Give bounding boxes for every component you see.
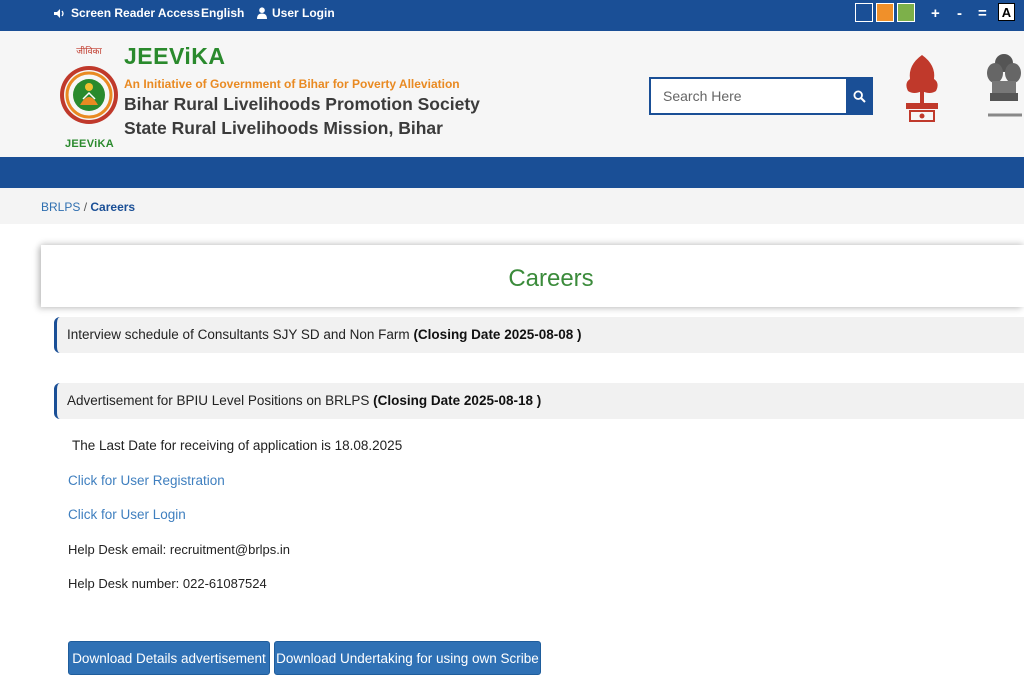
breadcrumb-bar: BRLPS / Careers — [0, 188, 1024, 224]
organization-name: Bihar Rural Livelihoods Promotion Societ… — [124, 94, 480, 114]
career-listing-bpiu-advertisement[interactable]: Advertisement for BPIU Level Positions o… — [54, 383, 1024, 419]
svg-text:जीविका: जीविका — [76, 45, 102, 57]
logo-caption: JEEViKA — [65, 138, 114, 150]
page-title-card: Careers — [41, 245, 1024, 307]
search-input[interactable] — [649, 77, 846, 115]
brand-tagline: An Initiative of Government of Bihar for… — [124, 77, 460, 91]
page-title: Careers — [508, 265, 594, 292]
ashoka-lion-emblem-icon — [987, 54, 1022, 117]
user-login-link[interactable]: User Login — [257, 6, 335, 20]
language-link[interactable]: English — [201, 6, 244, 20]
helpdesk-email: Help Desk email: recruitment@brlps.in — [68, 542, 290, 557]
jeevika-logo[interactable]: जीविका JEEViKA — [56, 45, 122, 153]
user-login-label: User Login — [272, 6, 335, 20]
speaker-icon — [54, 8, 64, 18]
high-contrast-button[interactable]: A — [998, 3, 1015, 21]
download-undertaking-button[interactable]: Download Undertaking for using own Scrib… — [274, 641, 541, 675]
bihar-government-emblem — [900, 51, 944, 125]
listing-title: Interview schedule of Consultants SJY SD… — [67, 327, 582, 342]
india-national-emblem — [984, 49, 1024, 133]
download-advertisement-button[interactable]: Download Details advertisement — [68, 641, 270, 675]
screen-reader-link[interactable]: Screen Reader Access — [54, 6, 200, 20]
listing-name: Interview schedule of Consultants SJY SD… — [67, 327, 410, 342]
breadcrumb: BRLPS / Careers — [41, 200, 135, 214]
top-utility-bar: Screen Reader Access English User Login … — [0, 0, 1024, 31]
site-header: जीविका JEEViKA JEEViKA An Initiative of … — [0, 31, 1024, 157]
listing-title: Advertisement for BPIU Level Positions o… — [67, 393, 541, 408]
main-navigation-bar — [0, 157, 1024, 188]
career-listing-interview-schedule[interactable]: Interview schedule of Consultants SJY SD… — [54, 317, 1024, 353]
theme-blue-swatch[interactable] — [855, 3, 873, 22]
last-date-notice: The Last Date for receiving of applicati… — [72, 438, 403, 453]
search-button[interactable] — [846, 77, 873, 115]
helpdesk-number: Help Desk number: 022-61087524 — [68, 576, 267, 591]
search-icon — [853, 89, 866, 103]
font-reset-button[interactable]: = — [978, 5, 987, 22]
mission-name: State Rural Livelihoods Mission, Bihar — [124, 118, 443, 138]
font-decrease-button[interactable]: - — [957, 5, 962, 22]
user-registration-link[interactable]: Click for User Registration — [68, 473, 225, 488]
search-box — [649, 77, 873, 115]
screen-reader-label: Screen Reader Access — [71, 6, 200, 20]
theme-green-swatch[interactable] — [897, 3, 915, 22]
theme-orange-swatch[interactable] — [876, 3, 894, 22]
listing-name: Advertisement for BPIU Level Positions o… — [67, 393, 370, 408]
bodhi-tree-emblem-icon — [906, 55, 938, 122]
breadcrumb-current: Careers — [90, 200, 136, 214]
brand-name: JEEViKA — [124, 43, 226, 69]
user-icon — [257, 7, 267, 19]
language-label: English — [201, 6, 245, 20]
listing-closing-date: (Closing Date 2025-08-18 ) — [373, 393, 542, 408]
listing-closing-date: (Closing Date 2025-08-08 ) — [413, 327, 582, 342]
user-login-link-content[interactable]: Click for User Login — [68, 507, 186, 522]
breadcrumb-separator: / — [83, 200, 88, 214]
jeevika-emblem-icon: जीविका — [60, 45, 118, 124]
breadcrumb-home-link[interactable]: BRLPS — [41, 200, 80, 214]
font-increase-button[interactable]: + — [931, 5, 940, 22]
